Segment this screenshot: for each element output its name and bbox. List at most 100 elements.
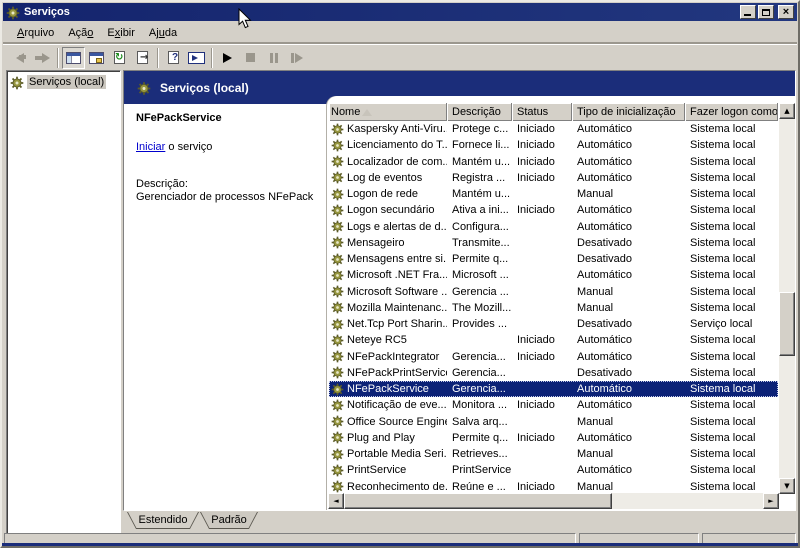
service-name: Microsoft .NET Fra... — [347, 269, 447, 281]
service-name: Kaspersky Anti-Viru... — [347, 123, 447, 135]
service-description: Permite q... — [447, 432, 512, 444]
service-name: Notificação de eve... — [347, 399, 447, 411]
table-row[interactable]: Licenciamento do T... Fornece li... Inic… — [329, 137, 778, 153]
show-console-tree-button[interactable] — [62, 47, 85, 69]
service-description: Transmite... — [447, 237, 512, 249]
service-startup-type: Automático — [572, 156, 685, 168]
menu-acao[interactable]: Ação — [61, 25, 100, 41]
table-row[interactable]: Notificação de eve... Monitora ... Inici… — [329, 397, 778, 413]
service-logon-as: Sistema local — [685, 237, 778, 249]
tab-estendido[interactable]: Estendido — [127, 512, 199, 529]
table-row[interactable]: Log de eventos Registra ... Iniciado Aut… — [329, 170, 778, 186]
window-title: Serviços — [24, 6, 738, 18]
table-row[interactable]: Neteye RC5 Iniciado Automático Sistema l… — [329, 332, 778, 348]
service-description: Monitora ... — [447, 399, 512, 411]
toolbar-separator — [57, 48, 59, 68]
selected-service-name: NFePackService — [136, 112, 222, 124]
table-row[interactable]: Microsoft Software ... Gerencia ... Manu… — [329, 284, 778, 300]
menu-exibir[interactable]: Exibir — [100, 25, 142, 41]
service-startup-type: Manual — [572, 416, 685, 428]
service-logon-as: Sistema local — [685, 221, 778, 233]
table-row[interactable]: NFePackIntegrator Gerencia... Iniciado A… — [329, 349, 778, 365]
service-status: Iniciado — [512, 399, 572, 411]
scroll-left-button[interactable]: ◄ — [328, 493, 344, 509]
extended-view-button[interactable] — [185, 47, 208, 69]
table-row[interactable]: Mensagens entre si... Permite q... Desat… — [329, 251, 778, 267]
service-description: PrintService — [447, 464, 512, 476]
description-text: Gerenciador de processos NFePack — [136, 191, 313, 203]
start-service-button[interactable] — [216, 47, 239, 69]
properties-button[interactable] — [85, 47, 108, 69]
service-name: Logs e alertas de d... — [347, 221, 447, 233]
restart-service-button[interactable] — [285, 47, 308, 69]
column-header-nome[interactable]: Nome — [329, 103, 447, 121]
back-button[interactable] — [8, 47, 31, 69]
table-row[interactable]: Kaspersky Anti-Viru... Protege c... Inic… — [329, 121, 778, 137]
table-row[interactable]: Net.Tcp Port Sharin... Provides ... Desa… — [329, 316, 778, 332]
tree-item-servicos-local[interactable]: Serviços (local) — [10, 74, 106, 90]
column-header-logon[interactable]: Fazer logon como — [685, 103, 778, 121]
service-startup-type: Manual — [572, 286, 685, 298]
service-gear-icon — [331, 301, 345, 314]
horizontal-scroll-thumb[interactable] — [344, 493, 612, 509]
table-row[interactable]: Localizador de com... Mantém u... Inicia… — [329, 154, 778, 170]
column-header-status[interactable]: Status — [512, 103, 572, 121]
service-name: Licenciamento do T... — [347, 139, 447, 151]
vertical-scrollbar[interactable]: ▲ ▼ — [779, 103, 795, 494]
close-button[interactable]: × — [778, 5, 794, 19]
service-logon-as: Sistema local — [685, 302, 778, 314]
services-gear-icon — [10, 76, 24, 89]
horizontal-scrollbar[interactable]: ◄ ► — [328, 493, 779, 509]
table-row[interactable]: Logon de rede Mantém u... Manual Sistema… — [329, 186, 778, 202]
service-description: Gerencia... — [447, 383, 512, 395]
service-logon-as: Sistema local — [685, 334, 778, 346]
table-row[interactable]: Office Source Engine Salva arq... Manual… — [329, 414, 778, 430]
table-row[interactable]: Microsoft .NET Fra... Microsoft ... Auto… — [329, 267, 778, 283]
services-window: Serviços × Arquivo Ação Exibir Ajuda ↻ →… — [0, 0, 800, 548]
maximize-button[interactable] — [758, 5, 774, 19]
scroll-up-button[interactable]: ▲ — [779, 103, 795, 119]
forward-button[interactable] — [31, 47, 54, 69]
menu-arquivo[interactable]: Arquivo — [10, 25, 61, 41]
service-description: Reúne e ... — [447, 481, 512, 493]
service-startup-type: Automático — [572, 123, 685, 135]
export-list-button[interactable]: → — [131, 47, 154, 69]
start-service-link[interactable]: Iniciar — [136, 141, 165, 153]
table-row[interactable]: Plug and Play Permite q... Iniciado Auto… — [329, 430, 778, 446]
service-logon-as: Sistema local — [685, 286, 778, 298]
service-description: Permite q... — [447, 253, 512, 265]
service-logon-as: Sistema local — [685, 383, 778, 395]
table-row[interactable]: Portable Media Seri... Retrieves... Manu… — [329, 446, 778, 462]
table-row[interactable]: NFePackPrintService Gerencia... Desativa… — [329, 365, 778, 381]
stop-service-button[interactable] — [239, 47, 262, 69]
column-header-descricao[interactable]: Descrição — [447, 103, 512, 121]
table-row[interactable]: Logon secundário Ativa a ini... Iniciado… — [329, 202, 778, 218]
title-bar[interactable]: Serviços × — [3, 3, 797, 21]
table-row[interactable]: NFePackService Gerencia... Automático Si… — [329, 381, 778, 397]
help-button[interactable]: ? — [162, 47, 185, 69]
service-logon-as: Sistema local — [685, 464, 778, 476]
scroll-right-button[interactable]: ► — [763, 493, 779, 509]
table-row[interactable]: Mensageiro Transmite... Desativado Siste… — [329, 235, 778, 251]
service-gear-icon — [331, 383, 345, 396]
service-name: NFePackIntegrator — [347, 351, 439, 363]
minimize-button[interactable] — [740, 5, 756, 19]
service-name: Neteye RC5 — [347, 334, 407, 346]
service-gear-icon — [331, 366, 345, 379]
export-list-icon: → — [137, 51, 148, 64]
tab-padrao[interactable]: Padrão — [200, 512, 258, 529]
services-list-panel: Nome Descrição Status Tipo de inicializa… — [327, 96, 795, 510]
vertical-scroll-thumb[interactable] — [779, 292, 795, 356]
service-startup-type: Manual — [572, 302, 685, 314]
refresh-button[interactable]: ↻ — [108, 47, 131, 69]
service-name: Mensageiro — [347, 237, 404, 249]
pause-service-button[interactable] — [262, 47, 285, 69]
table-row[interactable]: Mozilla Maintenanc... The Mozill... Manu… — [329, 300, 778, 316]
table-row[interactable]: PrintService PrintService Automático Sis… — [329, 462, 778, 478]
service-logon-as: Sistema local — [685, 432, 778, 444]
menu-ajuda[interactable]: Ajuda — [142, 25, 184, 41]
table-row[interactable]: Logs e alertas de d... Configura... Auto… — [329, 219, 778, 235]
column-header-tipo[interactable]: Tipo de inicialização — [572, 103, 685, 121]
scroll-down-button[interactable]: ▼ — [779, 478, 795, 494]
service-name: Localizador de com... — [347, 156, 447, 168]
